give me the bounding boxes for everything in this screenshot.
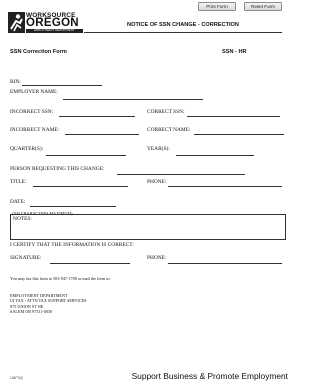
bin-field[interactable]: [22, 85, 102, 86]
title-label: TITLE:: [10, 179, 27, 185]
correct-ssn-label: CORRECT SSN:: [147, 109, 185, 115]
certify-heading: I CERTIFY THAT THE INFORMATION IS CORREC…: [10, 242, 134, 248]
footer-tagline: Support Business & Promote Employment: [131, 371, 288, 381]
years-field[interactable]: [176, 155, 254, 156]
page-title: NOTICE OF SSN CHANGE - CORRECTION: [127, 22, 239, 28]
correct-name-field[interactable]: [194, 134, 284, 135]
date-label: DATE:: [10, 199, 26, 205]
employer-name-label: EMPLOYER NAME:: [10, 89, 58, 95]
form-code: SSN - HR: [222, 49, 247, 55]
notes-label: NOTES:: [13, 216, 32, 222]
form-number: 126P7(0): [10, 376, 24, 380]
header-divider: [84, 32, 282, 33]
phone2-label: PHONE:: [147, 255, 167, 261]
logo-line-2: OREGON: [26, 17, 79, 29]
employer-name-field[interactable]: [63, 99, 203, 100]
phone-field[interactable]: [168, 186, 282, 187]
incorrect-name-field[interactable]: [65, 134, 139, 135]
fax-instructions: You may fax this form to 503-947-1700 or…: [10, 276, 111, 281]
title-field[interactable]: [33, 186, 128, 187]
print-form-button[interactable]: Print Form: [198, 2, 236, 11]
logo-emblem-icon: [8, 12, 25, 33]
date-field[interactable]: [30, 206, 116, 207]
years-label: YEAR(S):: [147, 146, 170, 152]
incorrect-ssn-field[interactable]: [59, 116, 135, 117]
correct-ssn-field[interactable]: [187, 116, 280, 117]
incorrect-ssn-label: INCORRECT SSN:: [10, 109, 54, 115]
form-name: SSN Correction Form: [10, 49, 67, 55]
mailing-address: EMPLOYMENT DEPARTMENT UI TAX - ATTN TAX …: [10, 293, 86, 315]
person-requesting-label: PERSON REQUESTING THIS CHANGE:: [10, 166, 105, 172]
logo-line-3: EMPLOYMENT DEPARTMENT: [26, 29, 83, 33]
bin-label: BIN:: [10, 79, 21, 85]
address-line: SALEM OR 97311-0030: [10, 309, 53, 315]
person-requesting-field[interactable]: [117, 174, 245, 175]
signature-label: SIGNATURE:: [10, 255, 42, 261]
quarters-label: QUARTER(S):: [10, 146, 44, 152]
phone-label: PHONE:: [147, 179, 167, 185]
quarters-field[interactable]: [46, 155, 126, 156]
reset-form-button[interactable]: Reset Form: [244, 2, 282, 11]
notes-textarea[interactable]: NOTES:: [10, 214, 286, 240]
signature-field[interactable]: [50, 263, 130, 264]
worksource-oregon-logo: WORKSOURCE OREGON EMPLOYMENT DEPARTMENT: [8, 12, 84, 37]
incorrect-name-label: INCORRECT NAME:: [10, 127, 60, 133]
correct-name-label: CORRECT NAME:: [147, 127, 191, 133]
phone2-field[interactable]: [168, 263, 282, 264]
